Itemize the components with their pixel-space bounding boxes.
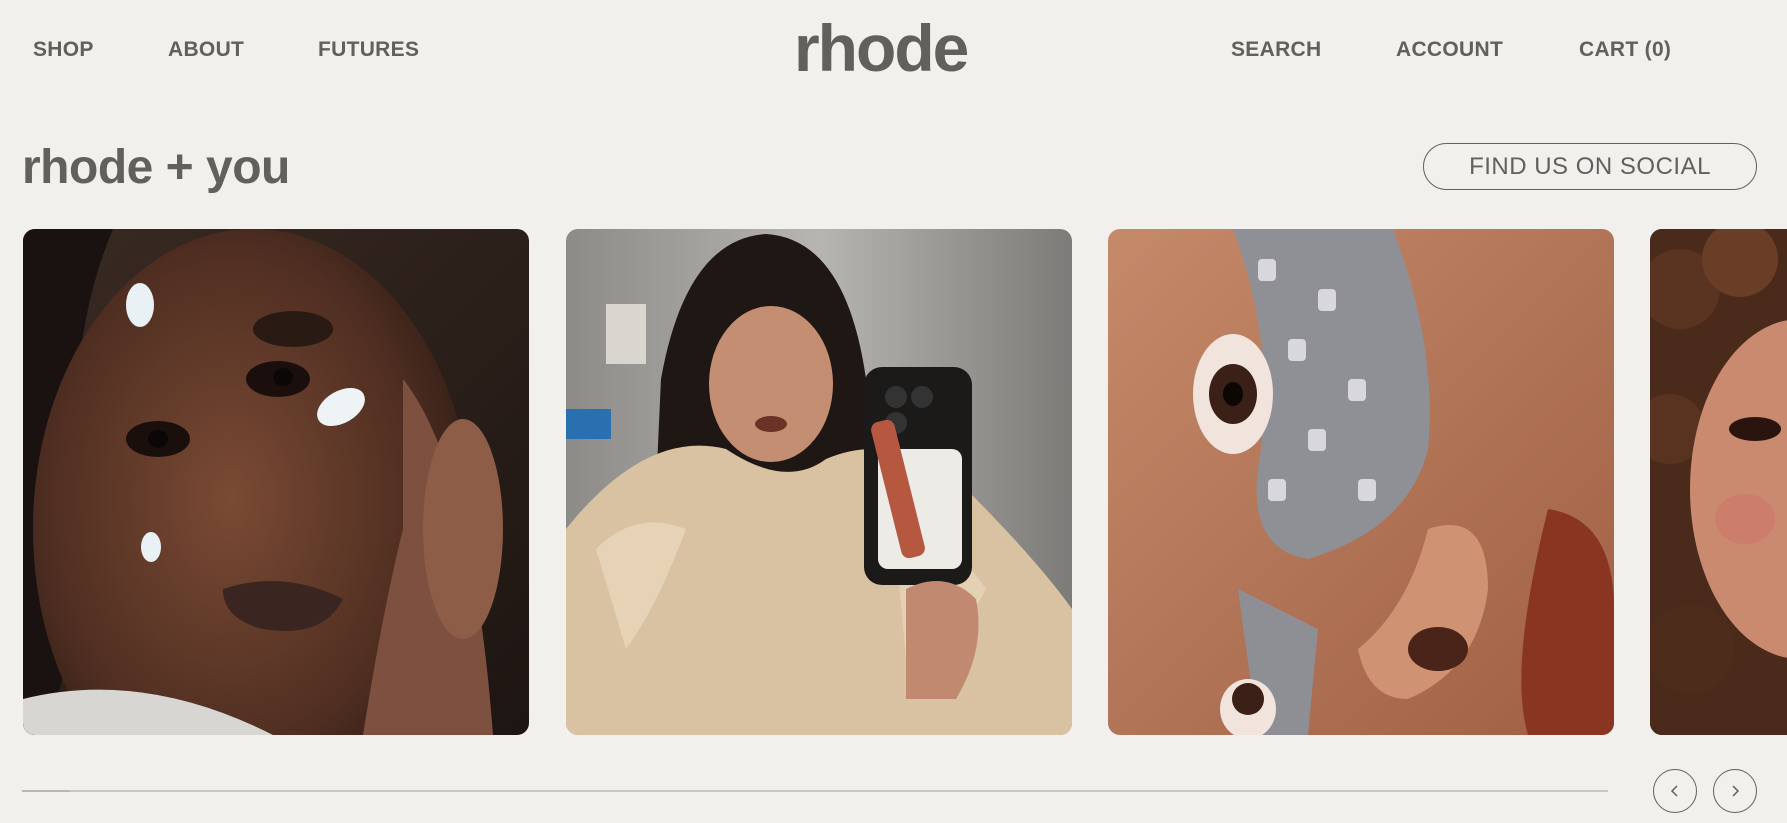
carousel-card[interactable] [1650,229,1787,735]
ugc-carousel[interactable] [0,229,1787,735]
chevron-left-icon [1670,785,1678,797]
carousel-card[interactable] [566,229,1072,735]
nav-about-link[interactable]: ABOUT [168,38,244,62]
nav-futures-link[interactable]: FUTURES [318,38,419,62]
nav-cart-link[interactable]: CART (0) [1579,38,1671,62]
nav-account-link[interactable]: ACCOUNT [1396,38,1503,62]
section-title: rhode + you [22,141,290,194]
carousel-progress-track[interactable] [22,790,1608,792]
eye-patch-closeup-photo [1108,229,1614,735]
carousel-card[interactable] [23,229,529,735]
chevron-right-icon [1732,785,1740,797]
carousel-next-button[interactable] [1713,769,1757,813]
rhode-logo[interactable]: rhode [794,8,969,88]
page: SHOP ABOUT FUTURES rhode SEARCH ACCOUNT … [0,0,1787,823]
face-with-cream-dots-photo [23,229,529,735]
nav-search-link[interactable]: SEARCH [1231,38,1321,62]
nav-shop-link[interactable]: SHOP [33,38,94,62]
carousel-card[interactable] [1108,229,1614,735]
carousel-prev-button[interactable] [1653,769,1697,813]
find-us-on-social-button[interactable]: FIND US ON SOCIAL [1423,143,1757,190]
curly-hair-portrait-photo [1650,229,1787,735]
mirror-selfie-with-phone-case-photo [566,229,1072,735]
site-header: SHOP ABOUT FUTURES rhode SEARCH ACCOUNT … [0,0,1787,100]
carousel-progress-fill [22,790,70,792]
